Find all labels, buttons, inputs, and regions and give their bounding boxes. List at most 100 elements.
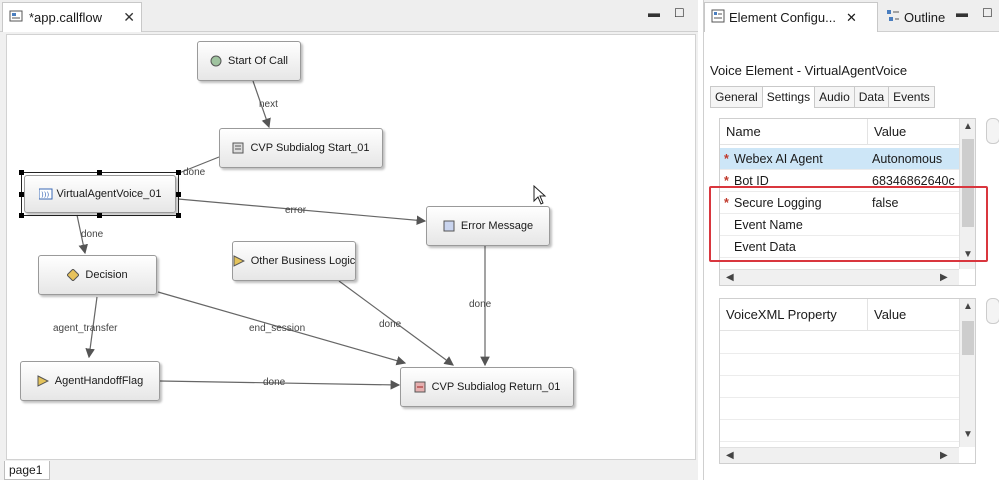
column-header-name[interactable]: Name xyxy=(720,119,868,144)
node-label: VirtualAgentVoice_01 xyxy=(56,188,162,200)
subtab-events[interactable]: Events xyxy=(888,86,935,108)
table-row[interactable] xyxy=(720,398,959,420)
maximize-icon[interactable]: ☐ xyxy=(674,6,685,20)
tab-element-configuration[interactable]: Element Configu... ✕ xyxy=(704,2,878,32)
callflow-editor: *app.callflow ✕ ▬ ☐ next done error done… xyxy=(0,0,698,480)
tab-label: Outline xyxy=(904,9,946,25)
table-row[interactable] xyxy=(720,354,959,376)
settings-horizontal-scrollbar[interactable]: ◀ ▶ xyxy=(720,269,959,285)
editor-tab-bar: *app.callflow ✕ ▬ ☐ xyxy=(0,0,698,32)
subdialog-icon xyxy=(232,142,244,154)
callflow-file-icon xyxy=(9,9,23,26)
row-value[interactable]: Autonomous xyxy=(868,148,958,169)
decision-diamond-icon xyxy=(66,268,81,282)
scrollbar-thumb[interactable] xyxy=(962,321,974,355)
minimize-icon[interactable]: ▬ xyxy=(648,6,660,20)
scroll-up-icon[interactable]: ▲ xyxy=(960,121,975,132)
edge-label-end-session: end_session xyxy=(249,323,305,334)
element-subtabs: General Settings Audio Data Events xyxy=(710,86,935,108)
play-arrow-icon xyxy=(37,375,49,387)
settings-table-header: Name Value xyxy=(720,119,959,145)
subtab-general[interactable]: General xyxy=(710,86,762,108)
scroll-down-icon[interactable]: ▼ xyxy=(960,429,975,440)
edge-label-done-other: done xyxy=(379,319,402,330)
resize-handle[interactable] xyxy=(19,213,24,218)
resize-handle[interactable] xyxy=(19,192,24,197)
column-header-value[interactable]: Value xyxy=(868,299,906,330)
editor-tab-app-callflow[interactable]: *app.callflow ✕ xyxy=(2,2,142,32)
flow-canvas[interactable]: next done error done agent_transfer end_… xyxy=(6,34,696,460)
column-header-value[interactable]: Value xyxy=(868,119,906,144)
resize-handle[interactable] xyxy=(176,170,181,175)
scroll-left-icon[interactable]: ◀ xyxy=(726,448,734,463)
element-title: Voice Element - VirtualAgentVoice xyxy=(710,63,908,78)
resize-handle[interactable] xyxy=(97,170,102,175)
edge-label-done-top: done xyxy=(183,167,206,178)
svg-text:))): ))) xyxy=(41,191,49,199)
row-name: Webex AI Agent xyxy=(734,152,823,166)
voicexml-table-header: VoiceXML Property Value xyxy=(720,299,959,331)
message-icon xyxy=(443,220,455,232)
node-label: Start Of Call xyxy=(228,55,288,67)
node-label: CVP Subdialog Start_01 xyxy=(250,142,370,154)
voicexml-vertical-scrollbar[interactable]: ▲ ▼ xyxy=(959,299,975,447)
start-circle-icon xyxy=(210,55,222,67)
edge-label-agent-transfer: agent_transfer xyxy=(53,323,118,334)
resize-handle[interactable] xyxy=(97,213,102,218)
scroll-up-icon[interactable]: ▲ xyxy=(960,301,975,312)
mouse-cursor-icon xyxy=(533,185,547,205)
voicexml-table: VoiceXML Property Value ▲ ▼ ◀ ▶ xyxy=(719,298,976,464)
tab-label: Element Configu... xyxy=(729,10,836,25)
close-icon[interactable]: ✕ xyxy=(123,9,135,26)
scroll-left-icon[interactable]: ◀ xyxy=(726,270,734,285)
edge-label-next: next xyxy=(259,99,278,110)
edge-label-done-error: done xyxy=(469,299,492,310)
settings-panel-icon xyxy=(711,9,725,26)
tab-outline[interactable]: Outline xyxy=(880,2,951,32)
node-subdialog-return[interactable]: CVP Subdialog Return_01 xyxy=(400,367,574,407)
annotation-highlight-box xyxy=(709,186,988,262)
subdialog-return-icon xyxy=(414,381,426,393)
play-arrow-icon xyxy=(233,255,245,267)
node-label: CVP Subdialog Return_01 xyxy=(431,381,561,393)
node-label: Decision xyxy=(85,269,128,281)
scroll-right-icon[interactable]: ▶ xyxy=(940,448,948,463)
scroll-right-icon[interactable]: ▶ xyxy=(940,270,948,285)
table-row[interactable] xyxy=(720,420,959,442)
table-row[interactable] xyxy=(720,376,959,398)
node-subdialog-start[interactable]: CVP Subdialog Start_01 xyxy=(219,128,383,168)
column-header-voicexml-property[interactable]: VoiceXML Property xyxy=(720,299,868,330)
table-row[interactable]: * Webex AI Agent Autonomous xyxy=(720,148,959,170)
resize-handle[interactable] xyxy=(176,213,181,218)
node-other-business-logic[interactable]: Other Business Logic xyxy=(232,241,356,281)
node-agent-handoff-flag[interactable]: AgentHandoffFlag xyxy=(20,361,160,401)
close-icon[interactable]: ✕ xyxy=(846,10,857,26)
node-virtual-agent-voice[interactable]: ))) VirtualAgentVoice_01 xyxy=(24,175,176,213)
node-decision[interactable]: Decision xyxy=(38,255,157,295)
subtab-data[interactable]: Data xyxy=(853,86,889,108)
subtab-audio[interactable]: Audio xyxy=(814,86,854,108)
side-action-button[interactable] xyxy=(986,118,999,144)
required-marker: * xyxy=(724,152,729,166)
node-label: Error Message xyxy=(460,220,534,232)
node-error-message[interactable]: Error Message xyxy=(426,206,550,246)
page-tab-page1[interactable]: page1 xyxy=(4,461,50,480)
editor-tab-title: *app.callflow xyxy=(29,10,102,25)
maximize-icon[interactable]: ☐ xyxy=(982,6,993,20)
edge-label-done-handoff: done xyxy=(263,377,286,388)
panel-tab-bar: Element Configu... ✕ Outline ▬ ☐ xyxy=(704,0,999,32)
side-action-button[interactable] xyxy=(986,298,999,324)
minimize-icon[interactable]: ▬ xyxy=(956,6,968,20)
resize-handle[interactable] xyxy=(176,192,181,197)
node-label: AgentHandoffFlag xyxy=(54,375,144,387)
resize-handle[interactable] xyxy=(19,170,24,175)
edge-label-error: error xyxy=(285,205,307,216)
node-label: Other Business Logic xyxy=(250,255,356,267)
outline-icon xyxy=(886,9,900,26)
voicexml-horizontal-scrollbar[interactable]: ◀ ▶ xyxy=(720,447,959,463)
subtab-settings[interactable]: Settings xyxy=(761,86,815,108)
node-start-of-call[interactable]: Start Of Call xyxy=(197,41,301,81)
voice-agent-icon: ))) xyxy=(38,188,52,200)
table-row[interactable] xyxy=(720,332,959,354)
edge-label-done-decision: done xyxy=(81,229,104,240)
